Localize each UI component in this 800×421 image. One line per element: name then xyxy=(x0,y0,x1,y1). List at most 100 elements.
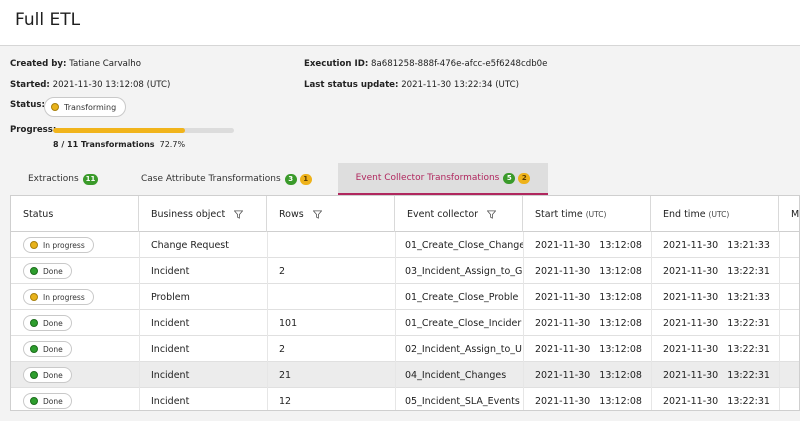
last-update-value: 2021-11-30 13:22:34 (UTC) xyxy=(401,80,519,90)
cell-business-object: Problem xyxy=(151,291,190,303)
cell-start-time: 2021-11-30 13:12:08 xyxy=(535,395,642,407)
in-progress-dot-icon xyxy=(30,293,38,301)
started-label: Started: xyxy=(10,80,50,90)
progress-percent: 72.7% xyxy=(159,140,186,149)
table-row[interactable]: Done Incident 101 01_Create_Close_Incider 20… xyxy=(11,310,799,336)
last-status-update: Last status update: 2021-11-30 13:22:34 … xyxy=(304,80,519,90)
filter-icon[interactable] xyxy=(487,209,497,219)
transformations-table: Status Business object Rows Event collec… xyxy=(10,195,800,411)
cell-business-object: Incident xyxy=(151,317,190,329)
cell-business-object: Change Request xyxy=(151,239,229,251)
done-dot-icon xyxy=(30,397,38,405)
progress-bar xyxy=(53,128,234,133)
status-pill: Done xyxy=(23,393,72,409)
cell-status: Done xyxy=(11,388,139,410)
cell-event-collector: 01_Create_Close_Incider xyxy=(405,317,522,329)
done-dot-icon xyxy=(30,345,38,353)
cell-rows: 2 xyxy=(279,343,286,355)
cell-event-collector: 02_Incident_Assign_to_U xyxy=(405,343,522,355)
filter-icon[interactable] xyxy=(234,209,244,219)
done-dot-icon xyxy=(30,319,38,327)
tab-case-attribute-transformations[interactable]: Case Attribute Transformations 3 1 xyxy=(141,163,312,195)
table-row[interactable]: Done Incident 12 05_Incident_SLA_Events 2021… xyxy=(11,388,799,410)
cell-rows xyxy=(267,284,395,310)
cell-start-time: 2021-11-30 13:12:08 xyxy=(535,369,642,381)
in-progress-dot-icon xyxy=(30,241,38,249)
cell-business-object: Incident xyxy=(151,369,190,381)
header-start-time[interactable]: Start time (UTC) xyxy=(523,196,651,232)
table-row[interactable]: Done Incident 2 02_Incident_Assign_to_U 2021… xyxy=(11,336,799,362)
cell-event-collector: 04_Incident_Changes xyxy=(405,369,507,381)
last-update-label: Last status update: xyxy=(304,80,399,90)
progress-label: Progress: xyxy=(10,125,57,135)
status-pill: Done xyxy=(23,315,72,331)
page-header: Full ETL xyxy=(0,0,800,46)
tab-bar: Extractions 11 Case Attribute Transforma… xyxy=(0,163,800,195)
cell-end-time: 2021-11-30 13:21:33 xyxy=(663,291,770,303)
header-rows[interactable]: Rows xyxy=(267,196,395,232)
progress-count: 8 / 11 Transformations xyxy=(53,140,155,149)
in-progress-dot-icon xyxy=(51,103,59,111)
cell-event-collector: 01_Create_Close_Change xyxy=(405,239,523,251)
cell-business-object: Incident xyxy=(151,395,190,407)
status-pill: In progress xyxy=(23,289,94,305)
header-business-object[interactable]: Business object xyxy=(139,196,267,232)
execution-id-value: 8a681258-888f-476e-afcc-e5f6248cdb0e xyxy=(371,59,548,69)
cell-end-time: 2021-11-30 13:22:31 xyxy=(663,317,770,329)
cell-end-time: 2021-11-30 13:22:31 xyxy=(663,343,770,355)
cell-rows: 12 xyxy=(279,395,292,407)
status-pill: Done xyxy=(23,341,72,357)
tab-event-collector-transformations[interactable]: Event Collector Transformations 5 2 xyxy=(338,163,548,195)
table-header: Status Business object Rows Event collec… xyxy=(11,196,799,232)
started-value: 2021-11-30 13:12:08 (UTC) xyxy=(52,80,171,90)
execution-id: Execution ID: 8a681258-888f-476e-afcc-e5… xyxy=(304,59,547,69)
created-by-label: Created by: xyxy=(10,59,67,69)
cell-status: Done xyxy=(11,362,139,388)
cell-start-time: 2021-11-30 13:12:08 xyxy=(535,265,642,277)
table-row[interactable]: Done Incident 21 04_Incident_Changes 2021-11… xyxy=(11,362,799,388)
header-event-collector[interactable]: Event collector xyxy=(395,196,523,232)
status-value: Transforming xyxy=(64,102,117,112)
header-status[interactable]: Status xyxy=(11,196,139,232)
table-row[interactable]: Done Incident 2 03_Incident_Assign_to_G 2021… xyxy=(11,258,799,284)
cell-status: Done xyxy=(11,258,139,284)
cell-end-time: 2021-11-30 13:22:31 xyxy=(663,265,770,277)
cell-rows: 101 xyxy=(279,317,298,329)
cell-status: Done xyxy=(11,310,139,336)
cell-start-time: 2021-11-30 13:12:08 xyxy=(535,317,642,329)
status-badge: Transforming xyxy=(44,97,127,117)
started: Started: 2021-11-30 13:12:08 (UTC) xyxy=(10,80,170,90)
case-attribute-done-badge: 3 xyxy=(284,173,297,185)
cell-event-collector: 05_Incident_SLA_Events xyxy=(405,395,520,407)
tab-extractions[interactable]: Extractions 11 xyxy=(28,163,99,195)
cell-status: Done xyxy=(11,336,139,362)
cell-start-time: 2021-11-30 13:12:08 xyxy=(535,343,642,355)
progress-text: 8 / 11 Transformations 72.7% xyxy=(53,140,185,149)
cell-start-time: 2021-11-30 13:12:08 xyxy=(535,239,642,251)
done-dot-icon xyxy=(30,371,38,379)
cell-end-time: 2021-11-30 13:22:31 xyxy=(663,395,770,407)
header-more[interactable]: Me xyxy=(779,196,799,232)
execution-id-label: Execution ID: xyxy=(304,59,369,69)
cell-end-time: 2021-11-30 13:22:31 xyxy=(663,369,770,381)
cell-business-object: Incident xyxy=(151,343,190,355)
table-row[interactable]: In progress Problem 01_Create_Close_Proble… xyxy=(11,284,799,310)
cell-event-collector: 03_Incident_Assign_to_G xyxy=(405,265,523,277)
done-dot-icon xyxy=(30,267,38,275)
header-end-time[interactable]: End time (UTC) xyxy=(651,196,779,232)
cell-status: In progress xyxy=(11,232,139,258)
status-label: Status: xyxy=(10,100,45,110)
cell-event-collector: 01_Create_Close_Proble xyxy=(405,291,519,303)
cell-business-object: Incident xyxy=(151,265,190,277)
page-title: Full ETL xyxy=(15,10,81,30)
progress-bar-fill xyxy=(53,128,185,133)
filter-icon[interactable] xyxy=(312,209,322,219)
case-attribute-pending-badge: 1 xyxy=(299,173,312,185)
table-row[interactable]: In progress Change Request 01_Create_Close… xyxy=(11,232,799,258)
status-pill: In progress xyxy=(23,237,94,253)
cell-start-time: 2021-11-30 13:12:08 xyxy=(535,291,642,303)
cell-status: In progress xyxy=(11,284,139,310)
event-collector-pending-badge: 2 xyxy=(518,172,531,184)
cell-rows: 2 xyxy=(279,265,286,277)
cell-rows xyxy=(267,232,395,258)
